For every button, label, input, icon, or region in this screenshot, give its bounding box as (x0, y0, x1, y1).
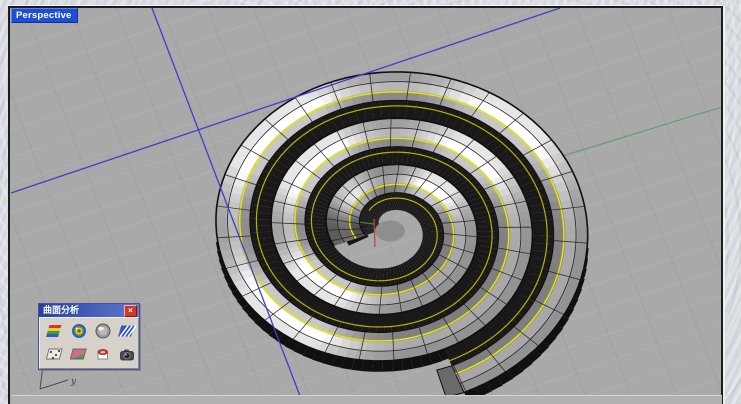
surface-analysis-toolbar: 曲面分析 × (38, 303, 140, 370)
draft-angle-analysis-icon[interactable] (67, 343, 90, 365)
curvature-analysis-icon[interactable] (43, 320, 66, 342)
bottom-edge-bar (11, 395, 722, 404)
environment-map-metal-icon[interactable] (91, 320, 114, 342)
y-axis-label: y (70, 377, 77, 387)
close-icon[interactable]: × (124, 304, 137, 317)
environment-map-rainbow-icon[interactable] (67, 320, 90, 342)
toolbar-title: 曲面分析 (43, 305, 80, 315)
viewport-title[interactable]: Perspective (11, 8, 78, 23)
application-window: Perspective z y 曲面分析 × (0, 0, 741, 404)
point-deviation-icon[interactable] (43, 343, 66, 365)
toolbar-body (39, 317, 139, 369)
toolbar-titlebar[interactable]: 曲面分析 × (39, 304, 139, 317)
emap-camera-icon[interactable] (115, 343, 138, 365)
zebra-analysis-icon[interactable] (115, 320, 138, 342)
curvature-circle-icon[interactable] (91, 343, 114, 365)
